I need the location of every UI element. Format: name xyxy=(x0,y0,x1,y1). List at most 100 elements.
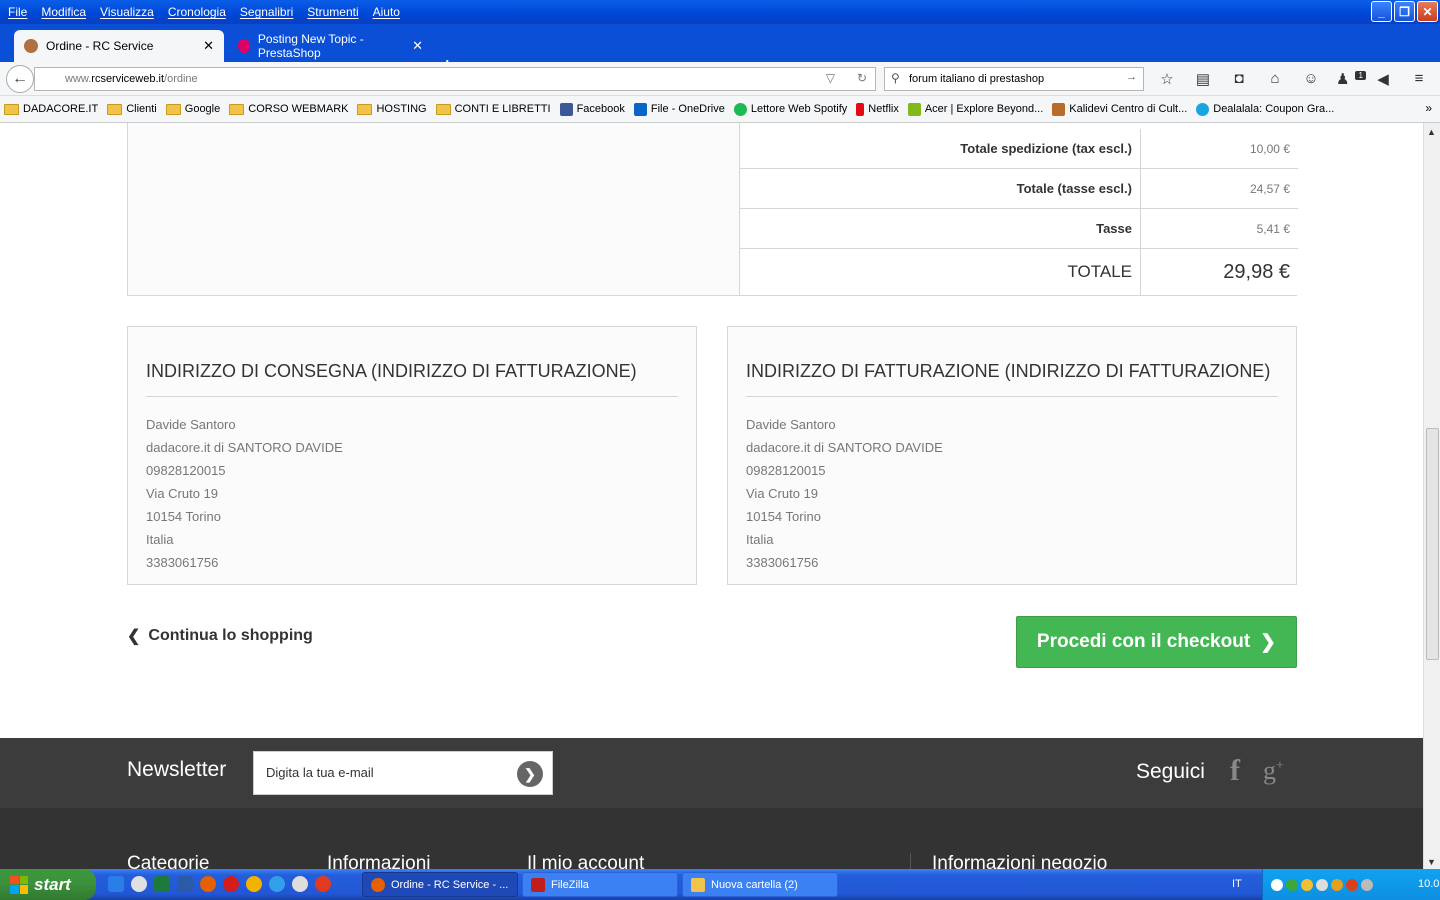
minimize-button[interactable]: _ xyxy=(1371,1,1392,22)
grand-total-value: 29,98 € xyxy=(1140,249,1298,295)
page-scrollbar[interactable]: ▲ ▼ xyxy=(1423,123,1440,869)
reading-list-icon[interactable]: ▤ xyxy=(1192,70,1214,88)
footer: Categorie Informazioni Il mio account In… xyxy=(0,808,1423,869)
maximize-button[interactable]: ❐ xyxy=(1394,1,1415,22)
share-icon[interactable]: ◀ xyxy=(1372,70,1394,88)
tab-posting[interactable]: Posting New Topic - PrestaShop ✕ xyxy=(228,30,433,62)
scroll-down-icon[interactable]: ▼ xyxy=(1427,857,1436,867)
notification-icon[interactable]: ♟ 1 xyxy=(1336,70,1366,88)
tray-sync-icon[interactable] xyxy=(1331,878,1343,891)
quicklaunch-acrobat-icon[interactable] xyxy=(315,876,331,892)
address-line: Via Cruto 19 xyxy=(746,486,819,501)
bookmark-dadacore[interactable]: DADACORE.IT xyxy=(4,103,98,115)
taskbar-item-firefox[interactable]: Ordine - RC Service - ... xyxy=(362,872,518,897)
menu-aiuto[interactable]: Aiuto xyxy=(373,5,400,19)
menu-segnalibri[interactable]: Segnalibri xyxy=(240,5,293,19)
address-line: Davide Santoro xyxy=(146,417,236,432)
bookmark-corso-webmark[interactable]: CORSO WEBMARK xyxy=(229,103,348,115)
newsletter-submit-icon[interactable]: ❯ xyxy=(517,761,543,787)
address-line: Davide Santoro xyxy=(746,417,836,432)
bookmark-star-icon[interactable]: ☆ xyxy=(1156,70,1178,88)
onedrive-icon xyxy=(633,102,647,116)
quicklaunch-chrome-icon[interactable] xyxy=(246,876,262,892)
home-icon[interactable]: ⌂ xyxy=(1264,70,1286,88)
menu-file[interactable]: File xyxy=(8,5,27,19)
bookmark-kalidevi[interactable]: Kalidevi Centro di Cult... xyxy=(1052,102,1187,116)
facebook-icon[interactable]: f xyxy=(1230,754,1240,788)
tray-volume-icon[interactable] xyxy=(1361,878,1373,891)
quicklaunch-excel-icon[interactable] xyxy=(154,876,170,892)
quicklaunch-itunes-icon[interactable] xyxy=(292,876,308,892)
acer-icon xyxy=(907,102,921,116)
quicklaunch-word-icon[interactable] xyxy=(177,876,193,892)
menu-cronologia[interactable]: Cronologia xyxy=(168,5,226,19)
tray-antivirus-icon[interactable] xyxy=(1316,878,1328,891)
taskbar-item-label: Ordine - RC Service - ... xyxy=(391,878,509,891)
bookmark-hosting[interactable]: HOSTING xyxy=(357,103,427,115)
quicklaunch-edge-icon[interactable] xyxy=(269,876,285,892)
bookmark-clienti[interactable]: Clienti xyxy=(107,103,157,115)
bookmark-label: Google xyxy=(184,103,221,115)
scroll-thumb[interactable] xyxy=(1426,428,1439,660)
bookmark-acer[interactable]: Acer | Explore Beyond... xyxy=(907,102,1043,116)
address-line: Italia xyxy=(146,532,174,547)
bookmark-conti[interactable]: CONTI E LIBRETTI xyxy=(435,103,551,115)
bookmark-netflix[interactable]: Netflix xyxy=(856,102,899,116)
menu-modifica[interactable]: Modifica xyxy=(41,5,86,19)
chevron-left-icon: ❮ xyxy=(127,628,141,645)
tray-security-icon[interactable] xyxy=(1286,878,1298,891)
address-line: Italia xyxy=(746,532,774,547)
bookmark-label: File - OneDrive xyxy=(650,103,725,115)
checkout-button[interactable]: Procedi con il checkout ❯ xyxy=(1016,616,1297,668)
totals-column: Totale spedizione (tax escl.) 10,00 € To… xyxy=(739,123,1298,295)
search-input[interactable]: ⚲ forum italiano di prestashop → xyxy=(884,67,1144,91)
spotify-icon xyxy=(733,102,747,116)
hamburger-menu-icon[interactable]: ≡ xyxy=(1408,70,1430,88)
quicklaunch-firefox-icon[interactable] xyxy=(200,876,216,892)
pocket-icon[interactable]: ◘ xyxy=(1228,70,1250,88)
url-dropdown-icon[interactable]: ▽ xyxy=(826,71,835,85)
language-indicator[interactable]: IT xyxy=(1232,878,1242,890)
scroll-up-icon[interactable]: ▲ xyxy=(1427,127,1436,137)
quicklaunch-opera-icon[interactable] xyxy=(223,876,239,892)
search-go-icon[interactable]: → xyxy=(1126,71,1137,83)
bookmarks-overflow-icon[interactable]: » xyxy=(1425,101,1432,115)
menu-bar: File Modifica Visualizza Cronologia Segn… xyxy=(0,0,1440,24)
taskbar-item-filezilla[interactable]: FileZilla xyxy=(522,872,678,897)
clock: 10.05 xyxy=(1418,878,1440,890)
start-button[interactable]: start xyxy=(0,869,96,900)
prestashop-favicon-icon xyxy=(238,39,250,53)
url-bar[interactable]: www. rcserviceweb.it/ordine ▽ ↻ xyxy=(34,67,876,91)
tray-network-icon[interactable] xyxy=(1271,878,1283,891)
bookmark-dealalala[interactable]: Dealalala: Coupon Gra... xyxy=(1196,102,1334,116)
reload-icon[interactable]: ↻ xyxy=(857,71,867,85)
page-content: Totale spedizione (tax escl.) 10,00 € To… xyxy=(0,123,1423,869)
taskbar-item-folder[interactable]: Nuova cartella (2) xyxy=(682,872,838,897)
bookmark-spotify[interactable]: Lettore Web Spotify xyxy=(733,102,848,116)
bookmark-label: DADACORE.IT xyxy=(23,103,99,115)
close-window-button[interactable]: ✕ xyxy=(1417,1,1438,22)
quicklaunch-media-icon[interactable] xyxy=(131,876,147,892)
bookmark-onedrive[interactable]: File - OneDrive xyxy=(633,102,725,116)
total-shipping-row: Totale spedizione (tax escl.) 10,00 € xyxy=(740,129,1298,169)
close-tab-icon[interactable]: ✕ xyxy=(203,38,214,54)
folder-icon xyxy=(4,103,19,115)
tray-update-icon[interactable] xyxy=(1301,878,1313,891)
bookmark-facebook[interactable]: Facebook xyxy=(559,102,625,116)
menu-strumenti[interactable]: Strumenti xyxy=(307,5,358,19)
continue-shopping-link[interactable]: ❮ Continua lo shopping xyxy=(127,626,313,646)
google-plus-icon[interactable]: g+ xyxy=(1263,756,1284,786)
bookmark-label: Lettore Web Spotify xyxy=(750,103,848,115)
toolbar-icons: ☆ ▤ ◘ ⌂ ☺ ♟ 1 ◀ ≡ xyxy=(1156,70,1430,88)
bookmark-google[interactable]: Google xyxy=(165,103,221,115)
bookmarks-bar: DADACORE.IT Clienti Google CORSO WEBMARK… xyxy=(0,96,1440,123)
quicklaunch-ie-icon[interactable] xyxy=(108,876,124,892)
total-no-tax-value: 24,57 € xyxy=(1140,169,1298,208)
tab-ordine[interactable]: Ordine - RC Service ✕ xyxy=(14,30,224,62)
tray-alert-icon[interactable] xyxy=(1346,878,1358,891)
newsletter-email-input[interactable]: Digita la tua e-mail xyxy=(253,751,553,795)
close-tab-icon[interactable]: ✕ xyxy=(412,38,423,54)
back-button[interactable]: ← xyxy=(6,65,34,93)
menu-visualizza[interactable]: Visualizza xyxy=(100,5,154,19)
chat-icon[interactable]: ☺ xyxy=(1300,70,1322,88)
